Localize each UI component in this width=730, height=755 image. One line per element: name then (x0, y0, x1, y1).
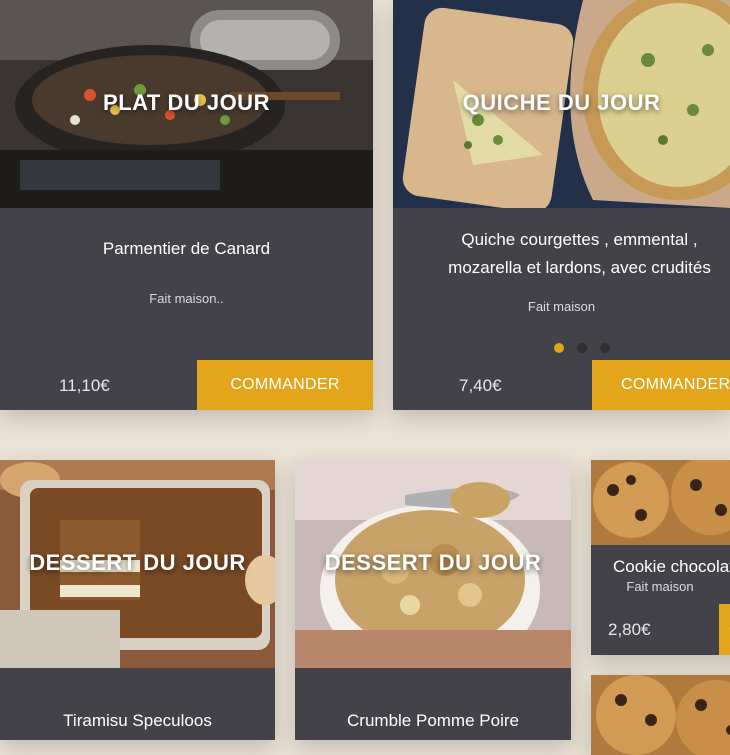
dessert-du-jour-title: DESSERT DU JOUR (29, 550, 246, 575)
dessert-du-jour-title: DESSERT DU JOUR (324, 550, 542, 575)
cookie-card-2 (591, 675, 730, 755)
dish-name: Tiramisu Speculoos (63, 711, 212, 730)
quiche-du-jour-title: QUICHE DU JOUR (462, 90, 661, 115)
tiramisu-photo: DESSERT DU JOUR (0, 460, 275, 668)
dish-note: Fait maison.. (149, 291, 224, 306)
crumble-photo: DESSERT DU JOUR (295, 460, 571, 668)
dessert-du-jour-card: DESSERT DU JOUR Tiramisu Speculoos (0, 460, 275, 740)
quiche-photo: QUICHE DU JOUR (393, 0, 730, 208)
carousel-dot[interactable] (600, 343, 610, 353)
carousel-dot[interactable] (577, 343, 587, 353)
dish-name: Quiche courgettes , emmental , mozarella… (448, 230, 711, 277)
wok-photo: PLAT DU JOUR (0, 0, 373, 208)
dish-name: Crumble Pomme Poire (347, 711, 519, 730)
dish-note: Fait maison (527, 299, 596, 314)
price: 2,80€ (608, 620, 651, 639)
carousel-dot[interactable] (554, 343, 564, 353)
cookie-card: Cookie chocolat Fait maison 2,80€ COMMAN… (591, 460, 730, 655)
plat-du-jour-card: PLAT DU JOUR Parmentier de Canard Fait m… (0, 0, 373, 410)
carousel-dots (554, 343, 610, 353)
dessert-du-jour-card: DESSERT DU JOUR Crumble Pomme Poire (295, 460, 571, 740)
commander-button[interactable]: COMMANDER (592, 360, 730, 410)
cookie-photo (591, 460, 730, 545)
commander-button[interactable]: COMMANDER (719, 604, 730, 655)
dish-name: Parmentier de Canard (102, 239, 271, 258)
plat-du-jour-title: PLAT DU JOUR (103, 90, 270, 115)
price: 11,10€ (59, 376, 110, 395)
commander-button[interactable]: COMMANDER (197, 360, 373, 410)
quiche-du-jour-card: QUICHE DU JOUR Quiche courgettes , emmen… (393, 0, 730, 410)
cookie-photo (591, 675, 730, 755)
dish-note: Fait maison (626, 579, 694, 594)
dish-name: Cookie chocolat (613, 557, 730, 576)
price: 7,40€ (459, 376, 502, 395)
